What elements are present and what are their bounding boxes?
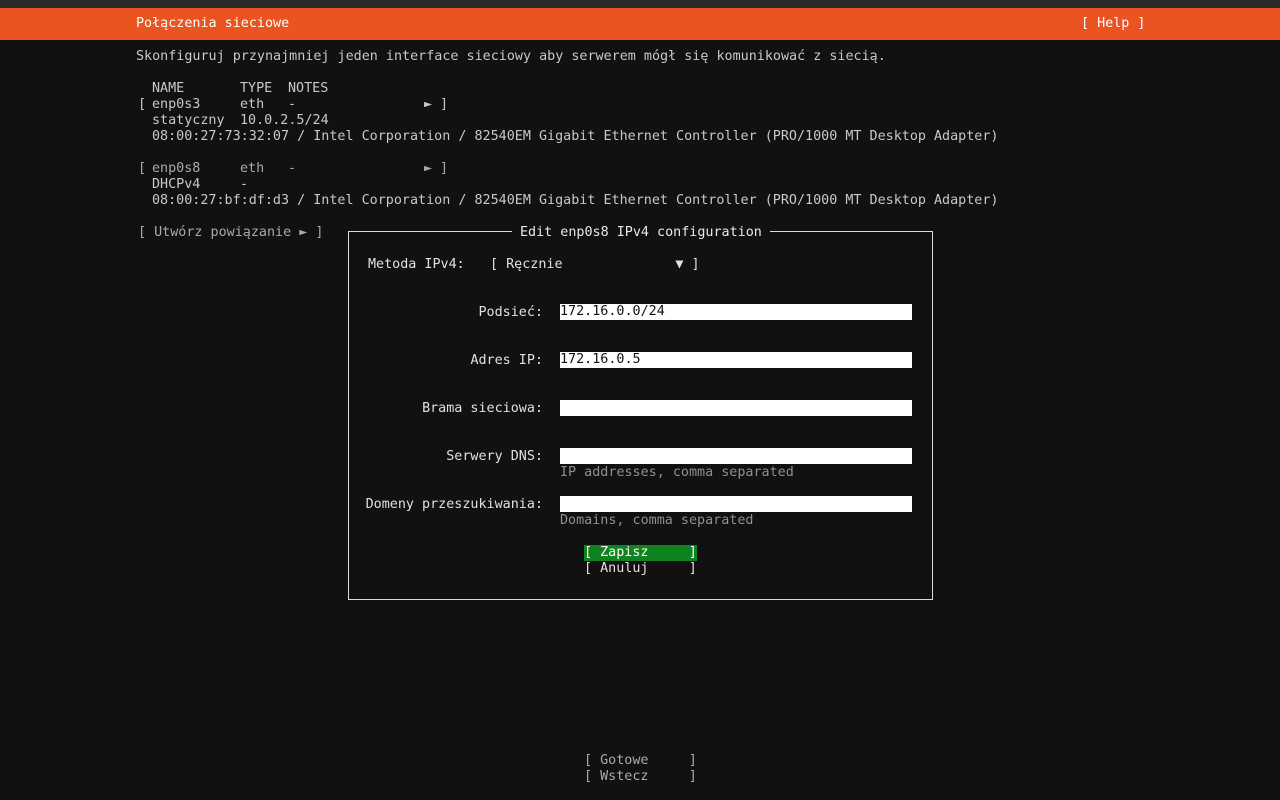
interface-name: enp0s3 (152, 97, 201, 112)
column-header-notes: NOTES (288, 81, 329, 96)
column-header-type: TYPE (240, 81, 273, 96)
row-open-bracket: [ (138, 97, 147, 112)
expand-arrow-icon: ► (424, 97, 433, 112)
gateway-input[interactable] (560, 400, 912, 416)
done-button[interactable]: [ Gotowe ] (584, 753, 697, 769)
header-bar: Połączenia sieciowe [ Help ] (0, 8, 1280, 40)
dns-input[interactable] (560, 448, 912, 464)
cancel-button[interactable]: [ Anuluj ] (584, 561, 697, 577)
row-close-bracket: ] (440, 161, 449, 176)
search-domains-hint: Domains, comma separated (560, 513, 754, 528)
interface-hardware: 08:00:27:bf:df:d3 / Intel Corporation / … (152, 193, 999, 208)
ip-address-label: Adres IP: (470, 353, 543, 368)
subnet-input[interactable]: 172.16.0.0/24 (560, 304, 912, 320)
expand-arrow-icon: ► (424, 161, 433, 176)
interface-method: statyczny (152, 113, 225, 128)
ipv4-method-label: Metoda IPv4: (368, 257, 465, 272)
help-button[interactable]: [ Help ] (1081, 16, 1146, 32)
ip-address-input[interactable]: 172.16.0.5 (560, 352, 912, 368)
search-domains-label: Domeny przeszukiwania: (365, 497, 543, 512)
dns-label: Serwery DNS: (446, 449, 543, 464)
interface-notes: - (288, 97, 297, 112)
interface-address: 10.0.2.5/24 (240, 113, 329, 128)
dns-hint: IP addresses, comma separated (560, 465, 794, 480)
interface-name: enp0s8 (152, 161, 201, 176)
interface-notes: - (288, 161, 297, 176)
search-domains-input[interactable] (560, 496, 912, 512)
save-button[interactable]: [ Zapisz ] (584, 545, 697, 561)
intro-text: Skonfiguruj przynajmniej jeden interface… (136, 49, 886, 64)
create-bond-button[interactable]: [ Utwórz powiązanie ► ] (138, 225, 323, 241)
interface-method: DHCPv4 (152, 177, 201, 192)
subnet-label: Podsieć: (478, 305, 544, 320)
row-close-bracket: ] (440, 97, 449, 112)
dialog-title: Edit enp0s8 IPv4 configuration (512, 225, 770, 241)
page-title: Połączenia sieciowe (136, 16, 290, 31)
interface-address: - (240, 177, 249, 192)
top-strip (0, 0, 1280, 8)
column-header-name: NAME (152, 81, 185, 96)
row-open-bracket: [ (138, 161, 147, 176)
gateway-label: Brama sieciowa: (422, 401, 543, 416)
interface-hardware: 08:00:27:73:32:07 / Intel Corporation / … (152, 129, 999, 144)
ipv4-method-select[interactable]: [ Ręcznie ▼ ] (490, 257, 700, 273)
interface-type: eth (240, 161, 265, 176)
back-button[interactable]: [ Wstecz ] (584, 769, 697, 785)
interface-type: eth (240, 97, 265, 112)
